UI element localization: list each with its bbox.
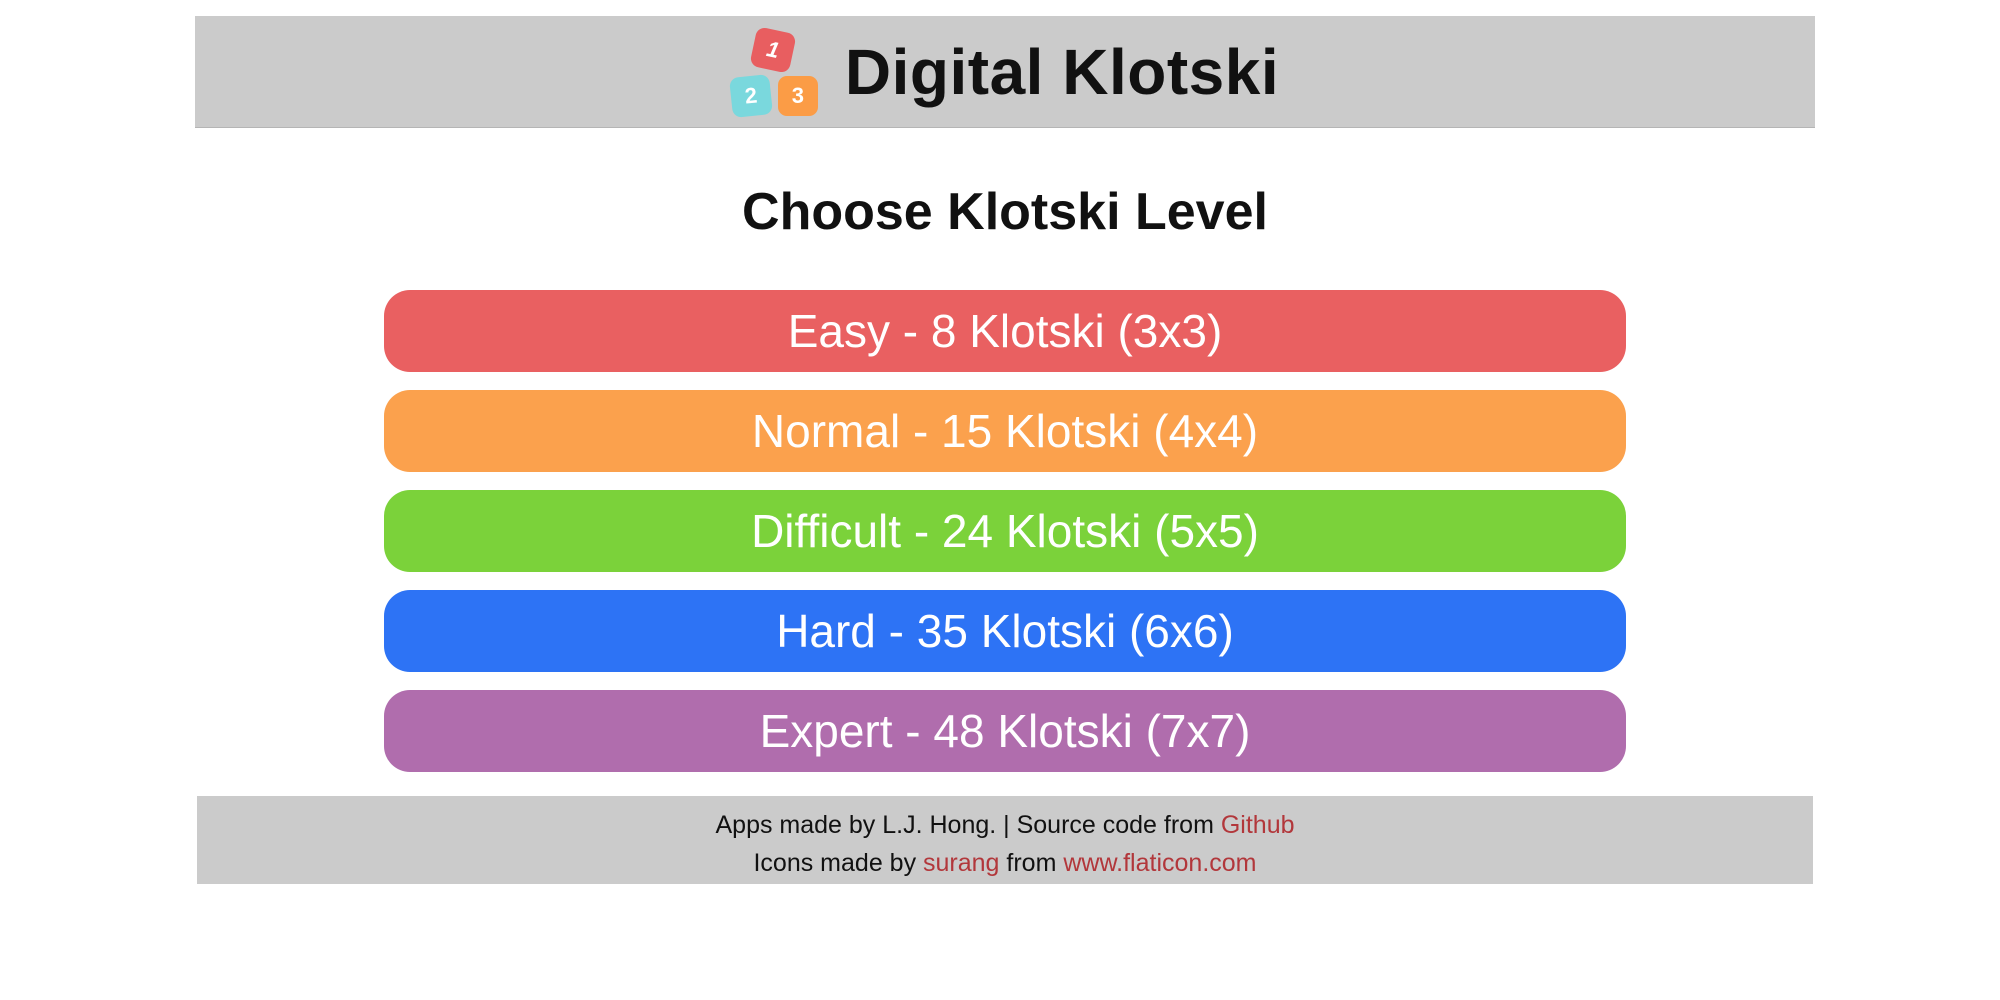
- app-header: 1 2 3 Digital Klotski: [195, 16, 1815, 128]
- github-link[interactable]: Github: [1221, 811, 1295, 839]
- cube-2-icon: 2: [728, 73, 773, 118]
- level-list: Easy - 8 Klotski (3x3) Normal - 15 Klots…: [384, 290, 1626, 790]
- footer-icons-text: Icons made by: [753, 849, 924, 877]
- level-button-expert[interactable]: Expert - 48 Klotski (7x7): [384, 690, 1626, 772]
- surang-link[interactable]: surang: [923, 849, 999, 877]
- flaticon-link[interactable]: www.flaticon.com: [1063, 849, 1256, 877]
- app-title: Digital Klotski: [844, 35, 1280, 108]
- footer-from-text: from: [999, 849, 1064, 877]
- level-button-easy[interactable]: Easy - 8 Klotski (3x3): [384, 290, 1626, 372]
- page-title: Choose Klotski Level: [742, 183, 1268, 241]
- footer-line-credits: Apps made by L.J. Hong. | Source code fr…: [197, 806, 1813, 844]
- klotski-logo-icon: 1 2 3: [728, 25, 823, 118]
- level-button-normal[interactable]: Normal - 15 Klotski (4x4): [384, 390, 1626, 472]
- footer-credits-text: Apps made by L.J. Hong. | Source code fr…: [715, 811, 1221, 839]
- footer-line-icons: Icons made by surang from www.flaticon.c…: [197, 844, 1813, 882]
- level-button-hard[interactable]: Hard - 35 Klotski (6x6): [384, 590, 1626, 672]
- cube-1-icon: 1: [749, 25, 797, 74]
- page: 1 2 3 Digital Klotski Choose Klotski Lev…: [0, 0, 2000, 1000]
- cube-3-icon: 3: [777, 75, 818, 116]
- app-footer: Apps made by L.J. Hong. | Source code fr…: [197, 796, 1813, 884]
- level-button-difficult[interactable]: Difficult - 24 Klotski (5x5): [384, 490, 1626, 572]
